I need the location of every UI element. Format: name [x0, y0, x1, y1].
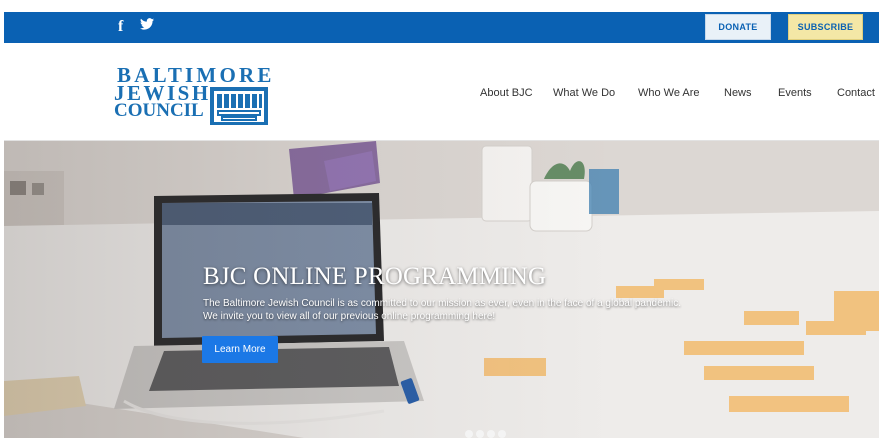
facebook-icon[interactable]: f	[118, 18, 123, 36]
hero-description-line-1: The Baltimore Jewish Council is as commi…	[203, 298, 682, 309]
nav-what-we-do[interactable]: What We Do	[553, 87, 615, 99]
site-header: BALTIMORE JEWISH COUNCIL About BJC What …	[4, 43, 879, 141]
twitter-icon[interactable]	[140, 18, 154, 30]
hero-description: The Baltimore Jewish Council is as commi…	[203, 298, 723, 323]
logo-building-icon	[210, 87, 268, 125]
logo-line-council: COUNCIL	[114, 100, 204, 121]
nav-events[interactable]: Events	[778, 87, 812, 99]
slider-dot-2[interactable]	[476, 430, 484, 438]
donate-button[interactable]: DONATE	[705, 14, 771, 40]
nav-about-bjc[interactable]: About BJC	[480, 87, 533, 99]
bjc-logo[interactable]: BALTIMORE JEWISH COUNCIL	[114, 63, 274, 125]
hero-slider: BJC ONLINE PROGRAMMING The Baltimore Jew…	[4, 141, 879, 438]
learn-more-button[interactable]: Learn More	[202, 336, 278, 363]
subscribe-button[interactable]: SUBSCRIBE	[788, 14, 863, 40]
nav-contact[interactable]: Contact	[837, 87, 875, 99]
slider-dot-3[interactable]	[487, 430, 495, 438]
nav-news[interactable]: News	[724, 87, 752, 99]
page: f DONATE SUBSCRIBE BALTIMORE JEWISH COUN…	[4, 12, 879, 438]
top-bar: f DONATE SUBSCRIBE	[4, 12, 879, 43]
nav-who-we-are[interactable]: Who We Are	[638, 87, 700, 99]
hero-description-line-2: We invite you to view all of our previou…	[203, 310, 496, 322]
slider-dot-1[interactable]	[465, 430, 473, 438]
slider-dot-4[interactable]	[498, 430, 506, 438]
hero-title: BJC ONLINE PROGRAMMING	[203, 263, 547, 290]
